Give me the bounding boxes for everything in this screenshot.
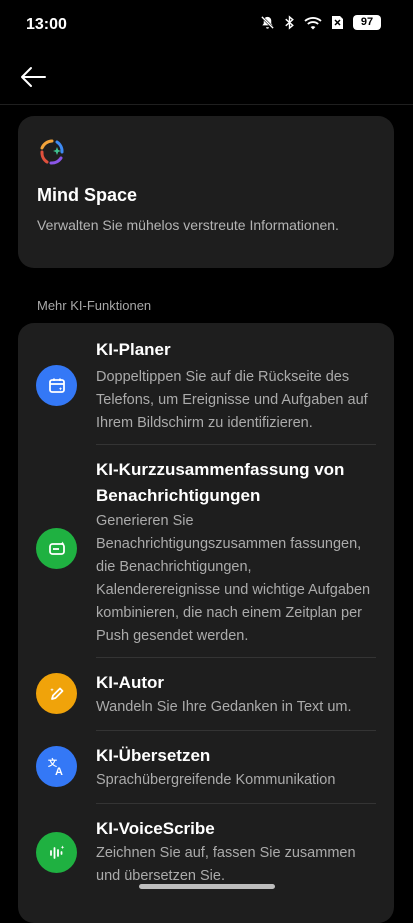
- back-button[interactable]: [14, 60, 52, 98]
- bluetooth-icon: [284, 15, 295, 30]
- battery-indicator: 97: [353, 15, 381, 30]
- feature-title: KI-Kurzzusammenfassung von Benachrichtig…: [96, 460, 345, 505]
- pen-sparkle-icon: [36, 673, 77, 714]
- section-label: Mehr KI-Funktionen: [37, 298, 152, 313]
- divider: [96, 803, 376, 804]
- arrow-left-icon: [19, 66, 47, 93]
- divider: [96, 444, 376, 445]
- feature-description: Doppeltippen Sie auf die Rückseite des T…: [96, 369, 368, 431]
- feature-title: KI-VoiceScribe: [96, 819, 215, 838]
- app-bar: [0, 52, 413, 105]
- home-indicator[interactable]: [139, 884, 275, 889]
- feature-description: Zeichnen Sie auf, fassen Sie zusammen un…: [96, 845, 356, 884]
- feature-ki-planer[interactable]: KI-Planer Doppeltippen Sie auf die Rücks…: [18, 337, 394, 443]
- feature-title: KI-Planer: [96, 340, 171, 359]
- status-time: 13:00: [26, 16, 67, 33]
- mind-space-title: Mind Space: [37, 185, 138, 205]
- divider: [96, 730, 376, 731]
- voice-wave-icon: [36, 832, 77, 873]
- feature-title: KI-Übersetzen: [96, 746, 211, 765]
- feature-description: Wandeln Sie Ihre Gedanken in Text um.: [96, 699, 352, 715]
- mind-space-logo-icon: [38, 138, 66, 171]
- status-icons: 97: [260, 15, 381, 30]
- status-bar: 13:00 97: [0, 0, 413, 52]
- translate-icon: 文 A: [36, 746, 77, 787]
- feature-ki-uebersetzen[interactable]: 文 A KI-Übersetzen Sprachübergreifende Ko…: [18, 743, 394, 803]
- wifi-icon: [304, 16, 322, 30]
- ai-features-list: KI-Planer Doppeltippen Sie auf die Rücks…: [18, 323, 394, 923]
- svg-text:A: A: [55, 766, 63, 778]
- mind-space-description: Verwalten Sie mühelos verstreute Informa…: [37, 217, 339, 233]
- sim-icon: [331, 15, 344, 30]
- notification-summary-icon: [36, 528, 77, 569]
- divider: [96, 657, 376, 658]
- mind-space-card[interactable]: Mind Space Verwalten Sie mühelos verstre…: [18, 116, 394, 268]
- feature-title: KI-Autor: [96, 673, 164, 692]
- feature-ki-autor[interactable]: KI-Autor Wandeln Sie Ihre Gedanken in Te…: [18, 670, 394, 730]
- feature-description: Generieren Sie Benachrichtigungszusammen…: [96, 513, 371, 644]
- calendar-icon: [36, 365, 77, 406]
- bell-off-icon: [260, 15, 275, 30]
- feature-description: Sprachübergreifende Kommunikation: [96, 772, 336, 788]
- feature-ki-kurzzusammenfassung[interactable]: KI-Kurzzusammenfassung von Benachrichtig…: [18, 457, 394, 657]
